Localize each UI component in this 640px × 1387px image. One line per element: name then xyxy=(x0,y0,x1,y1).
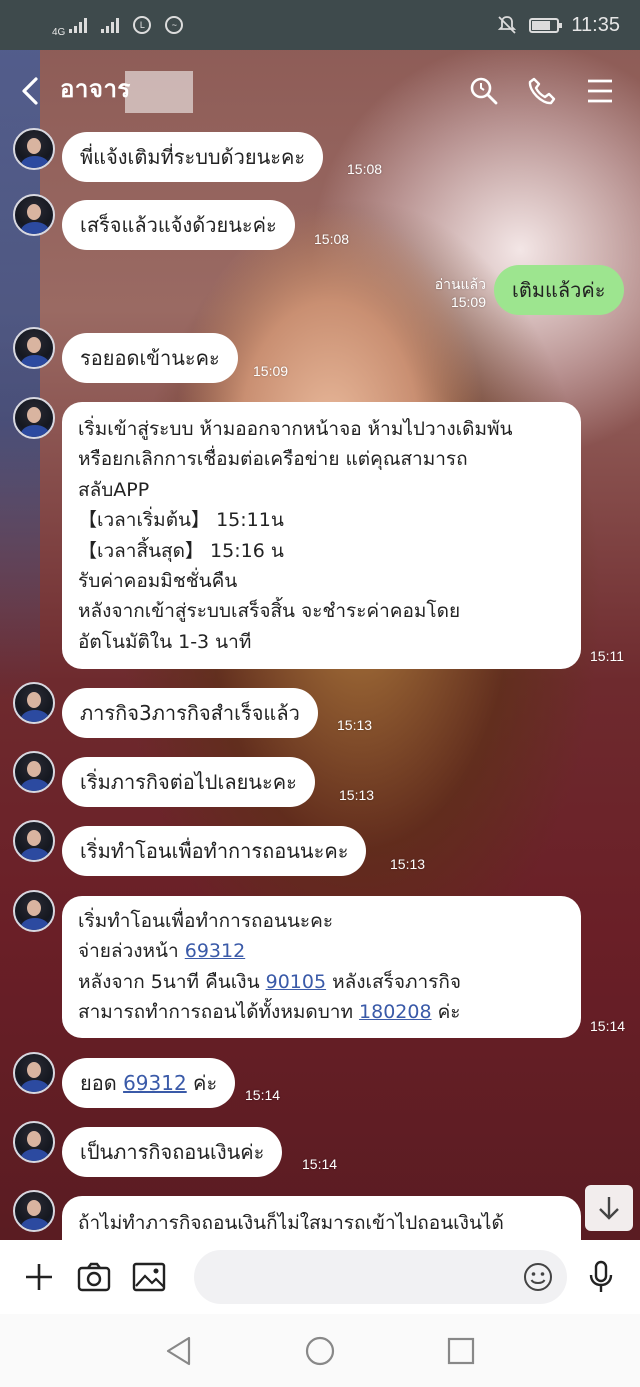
message-bubble[interactable]: เป็นภารกิจถอนเงินค่ะ xyxy=(62,1127,283,1177)
amount-link[interactable]: 69312 xyxy=(185,940,245,962)
input-bar xyxy=(0,1240,640,1314)
message-time: 15:09 xyxy=(253,363,289,379)
microphone-icon[interactable] xyxy=(583,1258,620,1296)
avatar[interactable] xyxy=(13,890,55,932)
clock: 11:35 xyxy=(571,13,620,36)
message-time: 15:08 xyxy=(347,161,383,177)
avatar[interactable] xyxy=(13,397,55,439)
message-time: 15:14 xyxy=(302,1156,338,1172)
message-time: 15:08 xyxy=(314,231,350,247)
phone-icon[interactable] xyxy=(524,73,560,109)
message-bubble[interactable]: ถ้าไม่ทำภารกิจถอนเงินก็ไม่ใสมารถเข้าไปถอ… xyxy=(62,1196,581,1240)
message-bubble[interactable]: เริ่มภารกิจต่อไปเลยนะคะ xyxy=(62,757,315,807)
message-input[interactable] xyxy=(193,1250,567,1304)
menu-icon[interactable] xyxy=(582,73,618,109)
nav-back-icon[interactable] xyxy=(164,1335,194,1367)
status-right: 11:35 xyxy=(497,14,620,37)
nav-home-icon[interactable] xyxy=(304,1335,336,1367)
my-message-bubble[interactable]: เติมแล้วค่ะ xyxy=(494,265,624,315)
nav-recents-icon[interactable] xyxy=(446,1336,476,1366)
chat-title-wrap[interactable]: อาจาร xyxy=(60,69,193,114)
amount-link[interactable]: 69312 xyxy=(123,1071,187,1095)
scroll-to-bottom-button[interactable] xyxy=(585,1185,633,1231)
status-bar: 4G L ~ 11:35 xyxy=(0,0,640,50)
message-bubble[interactable]: ยอด 69312 ค่ะ xyxy=(62,1058,236,1108)
status-left: 4G L ~ xyxy=(52,13,184,38)
plus-icon[interactable] xyxy=(20,1258,57,1296)
message-bubble[interactable]: เริ่มทำโอนเพื่อทำการถอนนะคะ xyxy=(62,826,367,876)
image-icon[interactable] xyxy=(131,1258,168,1296)
signal-icon xyxy=(101,17,120,33)
message-list[interactable]: พี่แจ้งเติมที่ระบบด้วยนะคะ 15:08 เสร็จแล… xyxy=(0,120,640,1240)
message-bubble[interactable]: เริ่มทำโอนเพื่อทำการถอนนะคะ จ่ายล่วงหน้า… xyxy=(62,896,581,1038)
avatar[interactable] xyxy=(13,327,55,369)
avatar[interactable] xyxy=(13,194,55,236)
header-actions xyxy=(466,73,640,109)
amount-link[interactable]: 180208 xyxy=(359,1001,432,1023)
message-time: 15:13 xyxy=(390,856,426,872)
line-app-icon: L xyxy=(133,16,152,34)
avatar[interactable] xyxy=(13,751,55,793)
avatar[interactable] xyxy=(13,1121,55,1163)
camera-icon[interactable] xyxy=(75,1258,112,1296)
emoji-icon[interactable] xyxy=(523,1262,553,1292)
message-time: 15:13 xyxy=(339,787,375,803)
message-time: 15:14 xyxy=(245,1087,281,1103)
message-bubble[interactable]: ภารกิจ3ภารกิจสำเร็จแล้ว xyxy=(62,688,318,738)
arrow-down-icon xyxy=(599,1197,619,1220)
avatar[interactable] xyxy=(13,820,55,862)
messenger-icon: ~ xyxy=(165,16,184,34)
message-bubble[interactable]: เสร็จแล้วแจ้งด้วยนะค่ะ xyxy=(62,200,295,250)
system-nav-bar xyxy=(0,1314,640,1387)
avatar[interactable] xyxy=(13,682,55,724)
message-bubble[interactable]: พี่แจ้งเติมที่ระบบด้วยนะคะ xyxy=(62,132,324,182)
chat-title: อาจาร xyxy=(60,74,131,103)
network-type: 4G xyxy=(52,26,66,38)
signal-icon xyxy=(69,17,88,33)
avatar[interactable] xyxy=(13,1052,55,1094)
search-icon[interactable] xyxy=(466,73,502,109)
battery-icon xyxy=(529,17,563,33)
message-time: 15:14 xyxy=(590,1018,626,1034)
mute-icon xyxy=(498,16,517,34)
avatar[interactable] xyxy=(13,1190,55,1232)
message-time: 15:13 xyxy=(337,717,373,733)
read-receipt: อ่านแล้ว xyxy=(434,276,486,292)
avatar[interactable] xyxy=(13,128,55,170)
message-bubble[interactable]: เริ่มเข้าสู่ระบบ ห้ามออกจากหน้าจอ ห้ามไป… xyxy=(62,402,581,670)
message-time: 15:11 xyxy=(590,648,624,664)
message-time: 15:09 xyxy=(450,294,486,310)
amount-link[interactable]: 90105 xyxy=(266,971,326,993)
message-bubble[interactable]: รอยอดเข้านะคะ xyxy=(62,333,238,383)
name-redaction xyxy=(124,71,193,114)
